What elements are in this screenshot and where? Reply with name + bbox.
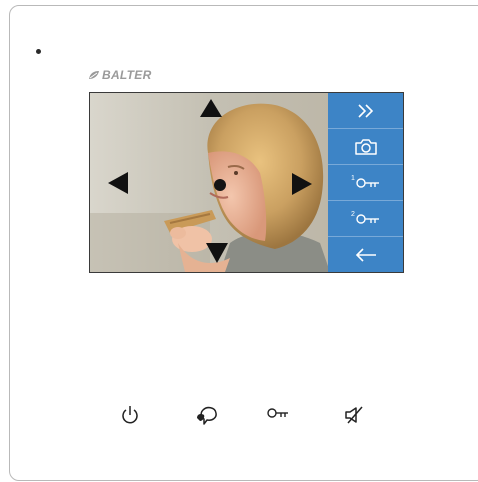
talk-button[interactable] [196, 406, 218, 426]
unlock-2-label: 2 [351, 211, 355, 218]
arrow-left-icon [355, 248, 376, 262]
camera-icon [354, 138, 377, 155]
brand-name: BALTER [102, 68, 152, 82]
mute-icon [345, 406, 363, 424]
pan-up-arrow[interactable] [200, 99, 222, 117]
hardware-button-row [0, 400, 478, 430]
key-button[interactable] [267, 407, 289, 419]
mute-button[interactable] [344, 405, 364, 425]
key-icon [356, 177, 379, 188]
unlock-1-button[interactable]: 1 [328, 165, 403, 201]
pan-down-arrow[interactable] [206, 243, 228, 263]
power-button[interactable] [120, 405, 140, 425]
forward-button[interactable] [328, 93, 403, 129]
center-button[interactable] [214, 179, 226, 191]
power-icon [122, 406, 138, 424]
double-chevron-right-icon [357, 103, 373, 118]
unlock-1-label: 1 [351, 175, 355, 182]
sensor-dot [36, 49, 41, 54]
unlock-2-button[interactable]: 2 [328, 201, 403, 237]
talk-icon [197, 406, 217, 425]
side-panel: 1 2 [328, 93, 403, 272]
pan-right-arrow[interactable] [292, 173, 312, 195]
brand-leaf-icon [89, 71, 99, 79]
video-screen: 1 2 [89, 92, 404, 273]
back-button[interactable] [328, 237, 403, 272]
snapshot-button[interactable] [328, 129, 403, 165]
key-icon [356, 213, 379, 224]
key-icon [267, 408, 288, 418]
brand-logo: BALTER [88, 68, 152, 82]
pan-left-arrow[interactable] [108, 172, 128, 194]
